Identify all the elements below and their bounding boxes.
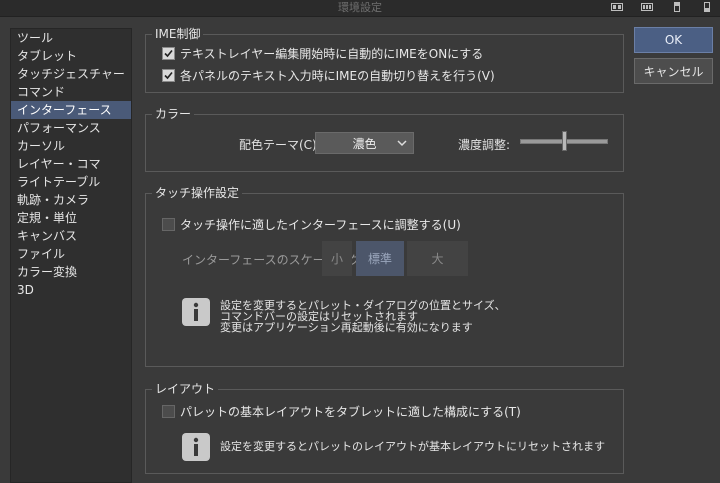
ime-switch-label: 各パネルのテキスト入力時にIMEの自動切り替えを行う(V) xyxy=(180,69,495,83)
tablet-layout-option[interactable]: パレットの基本レイアウトをタブレットに適した構成にする(T) xyxy=(162,403,521,420)
chevron-down-icon xyxy=(397,140,407,147)
sidebar-item[interactable]: ファイル xyxy=(11,245,131,263)
theme-label: 配色テーマ(C): xyxy=(239,138,321,152)
ime-auto-on-label: テキストレイヤー編集開始時に自動的にIMEをONにする xyxy=(180,47,484,61)
ok-button[interactable]: OK xyxy=(634,27,713,53)
sidebar-item[interactable]: 軌跡・カメラ xyxy=(11,191,131,209)
cancel-button[interactable]: キャンセル xyxy=(634,58,713,84)
sidebar-item[interactable]: キャンバス xyxy=(11,227,131,245)
title-bar: 環境設定 xyxy=(0,0,720,17)
color-title: カラー xyxy=(152,106,195,122)
touch-adjust-label: タッチ操作に適したインターフェースに調整する(U) xyxy=(180,218,461,232)
ime-switch-option[interactable]: 各パネルのテキスト入力時にIMEの自動切り替えを行う(V) xyxy=(162,67,495,84)
touch-info-line3: 変更はアプリケーション再起動後に有効になります xyxy=(220,321,473,334)
sidebar-item[interactable]: 定規・単位 xyxy=(11,209,131,227)
theme-value: 濃色 xyxy=(352,136,377,151)
touch-title: タッチ操作設定 xyxy=(152,185,243,201)
sidebar-item[interactable]: ツール xyxy=(11,29,131,47)
sidebar-item[interactable]: インターフェース xyxy=(11,101,131,119)
scaling-large-label: 大 xyxy=(431,252,444,266)
ime-section: IME制御 テキストレイヤー編集開始時に自動的にIMEをONにする 各パネルのテ… xyxy=(145,26,624,93)
info-icon xyxy=(182,433,210,461)
color-section: カラー 配色テーマ(C): 濃色 濃度調整: xyxy=(145,106,624,172)
ime-auto-on-checkbox[interactable] xyxy=(162,47,175,60)
sidebar-item[interactable]: ライトテーブル xyxy=(11,173,131,191)
sidebar-item[interactable]: カラー変換 xyxy=(11,263,131,281)
sidebar-item[interactable]: レイヤー・コマ xyxy=(11,155,131,173)
touch-adjust-checkbox[interactable] xyxy=(162,218,175,231)
category-list: ツール タブレット タッチジェスチャー コマンド インターフェース パフォーマンス カーソル… xyxy=(10,28,132,483)
sidebar-item[interactable]: パフォーマンス xyxy=(11,119,131,137)
scaling-standard-label: 標準 xyxy=(367,252,392,266)
layout-title: レイアウト xyxy=(152,381,219,397)
scaling-large-button[interactable]: 大 xyxy=(407,241,468,276)
layout-info-text: 設定を変更するとパレットのレイアウトが基本レイアウトにリセットされます xyxy=(220,440,605,453)
layout-grid-icon[interactable] xyxy=(610,1,624,13)
touch-section: タッチ操作設定 タッチ操作に適したインターフェースに調整する(U) インターフェ… xyxy=(145,185,624,367)
ime-auto-on-option[interactable]: テキストレイヤー編集開始時に自動的にIMEをONにする xyxy=(162,45,483,62)
sidebar-item[interactable]: カーソル xyxy=(11,137,131,155)
theme-select[interactable]: 濃色 xyxy=(315,132,414,154)
scaling-standard-button[interactable]: 標準 xyxy=(356,241,404,276)
tablet-layout-checkbox[interactable] xyxy=(162,405,175,418)
ime-switch-checkbox[interactable] xyxy=(162,69,175,82)
sidebar-item[interactable]: 3D xyxy=(11,281,131,299)
sidebar-item[interactable]: タッチジェスチャー xyxy=(11,65,131,83)
ime-title: IME制御 xyxy=(152,26,204,42)
window-icon[interactable] xyxy=(670,1,684,13)
scaling-small-label: 小 xyxy=(330,252,343,266)
touch-adjust-option[interactable]: タッチ操作に適したインターフェースに調整する(U) xyxy=(162,216,461,233)
layout-section: レイアウト パレットの基本レイアウトをタブレットに適した構成にする(T) 設定を… xyxy=(145,381,624,474)
panel-icon[interactable] xyxy=(700,1,714,13)
tablet-layout-label: パレットの基本レイアウトをタブレットに適した構成にする(T) xyxy=(180,405,521,419)
sidebar-item[interactable]: コマンド xyxy=(11,83,131,101)
info-icon xyxy=(182,298,210,326)
density-label: 濃度調整: xyxy=(458,138,511,152)
sidebar-item[interactable]: タブレット xyxy=(11,47,131,65)
scaling-small-button[interactable]: 小 xyxy=(322,241,352,276)
density-slider-thumb[interactable] xyxy=(561,131,567,151)
layout-split-icon[interactable] xyxy=(640,1,654,13)
